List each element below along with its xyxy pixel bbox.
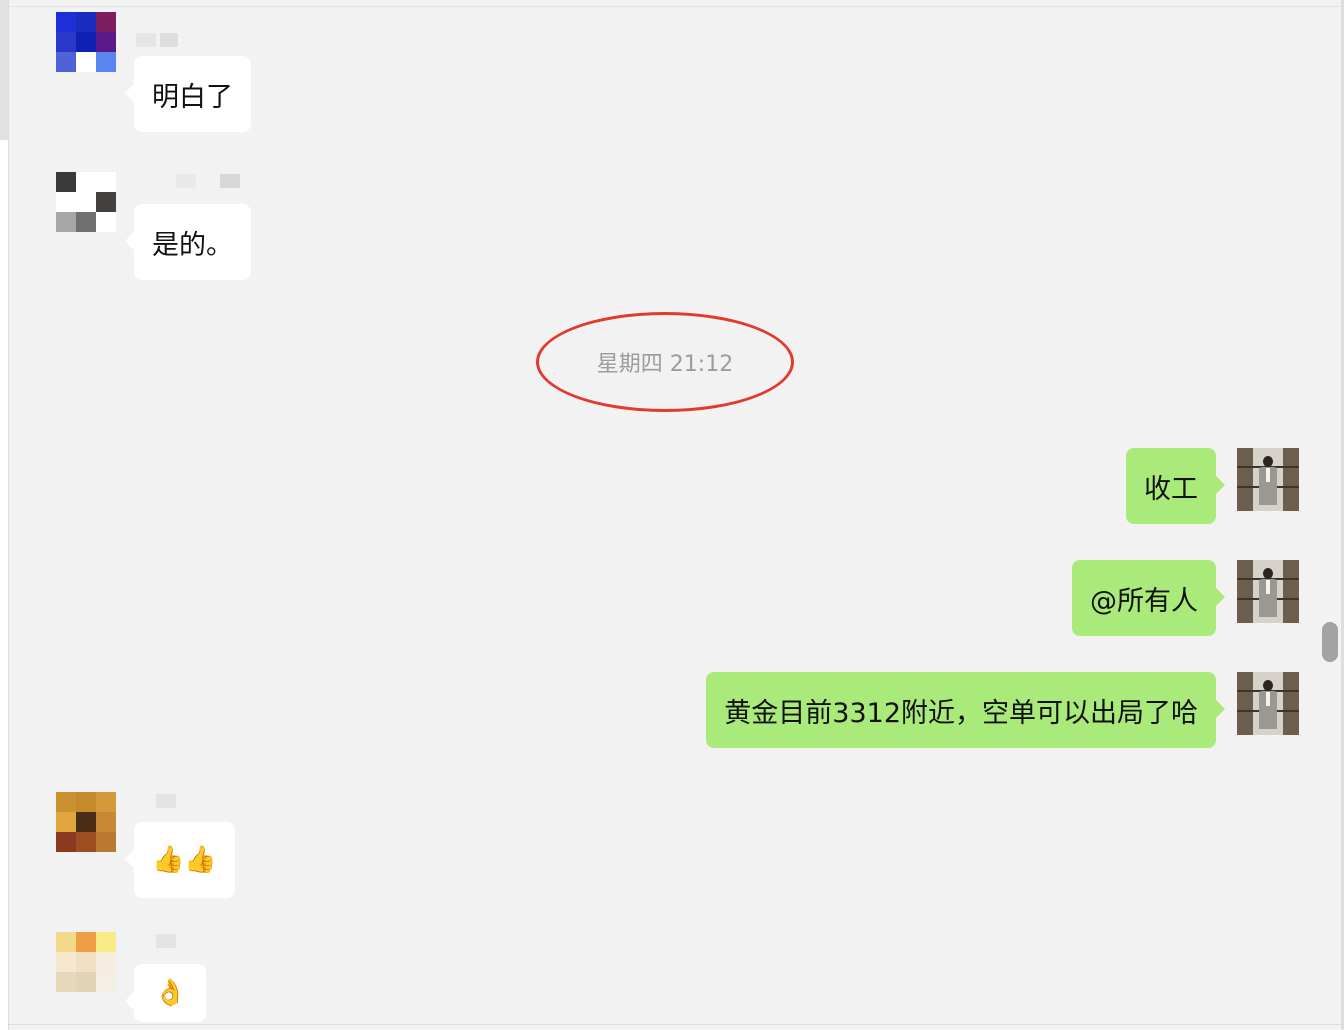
message-text: 收工 xyxy=(1144,473,1198,505)
message-bubble[interactable]: 是的。 xyxy=(125,204,251,280)
user-photo-avatar-icon[interactable] xyxy=(1237,672,1299,735)
sender-avatar-icon[interactable] xyxy=(56,12,116,72)
message-text: 明白了 xyxy=(152,81,233,113)
left-scroll-strip xyxy=(0,0,8,1030)
message-text: @所有人 xyxy=(1090,585,1198,617)
sender-name-masked xyxy=(176,174,240,188)
sender-name-masked xyxy=(136,33,178,47)
thumbs-up-icon: 👍👍 xyxy=(152,845,217,875)
message-bubble[interactable]: 明白了 xyxy=(125,56,251,132)
message-bubble[interactable]: 👍👍 xyxy=(125,822,235,898)
time-separator-label: 星期四 21:12 xyxy=(596,352,734,377)
message-text: 黄金目前3312附近，空单可以出局了哈 xyxy=(724,697,1198,729)
scrollbar-thumb[interactable] xyxy=(1322,622,1338,662)
sender-avatar-icon[interactable] xyxy=(56,792,116,852)
bottom-divider xyxy=(8,1024,1344,1025)
frame-divider xyxy=(8,0,9,1030)
message-bubble[interactable]: 👌 xyxy=(124,964,207,1022)
message-bubble-outgoing[interactable]: @所有人 xyxy=(1072,560,1225,636)
sender-name-masked xyxy=(156,934,176,948)
user-photo-avatar-icon[interactable] xyxy=(1237,560,1299,623)
message-bubble-outgoing[interactable]: 收工 xyxy=(1126,448,1225,524)
sender-avatar-icon[interactable] xyxy=(56,932,116,992)
sender-name-masked xyxy=(156,794,176,808)
sender-avatar-icon[interactable] xyxy=(56,172,116,232)
user-photo-avatar-icon[interactable] xyxy=(1237,448,1299,511)
time-separator: 星期四 21:12 xyxy=(536,312,794,412)
left-scroll-stub xyxy=(0,0,8,140)
top-divider xyxy=(8,6,1344,7)
message-bubble-outgoing[interactable]: 黄金目前3312附近，空单可以出局了哈 xyxy=(706,672,1225,748)
message-text: 是的。 xyxy=(152,229,233,261)
ok-hand-icon: 👌 xyxy=(154,978,187,1008)
